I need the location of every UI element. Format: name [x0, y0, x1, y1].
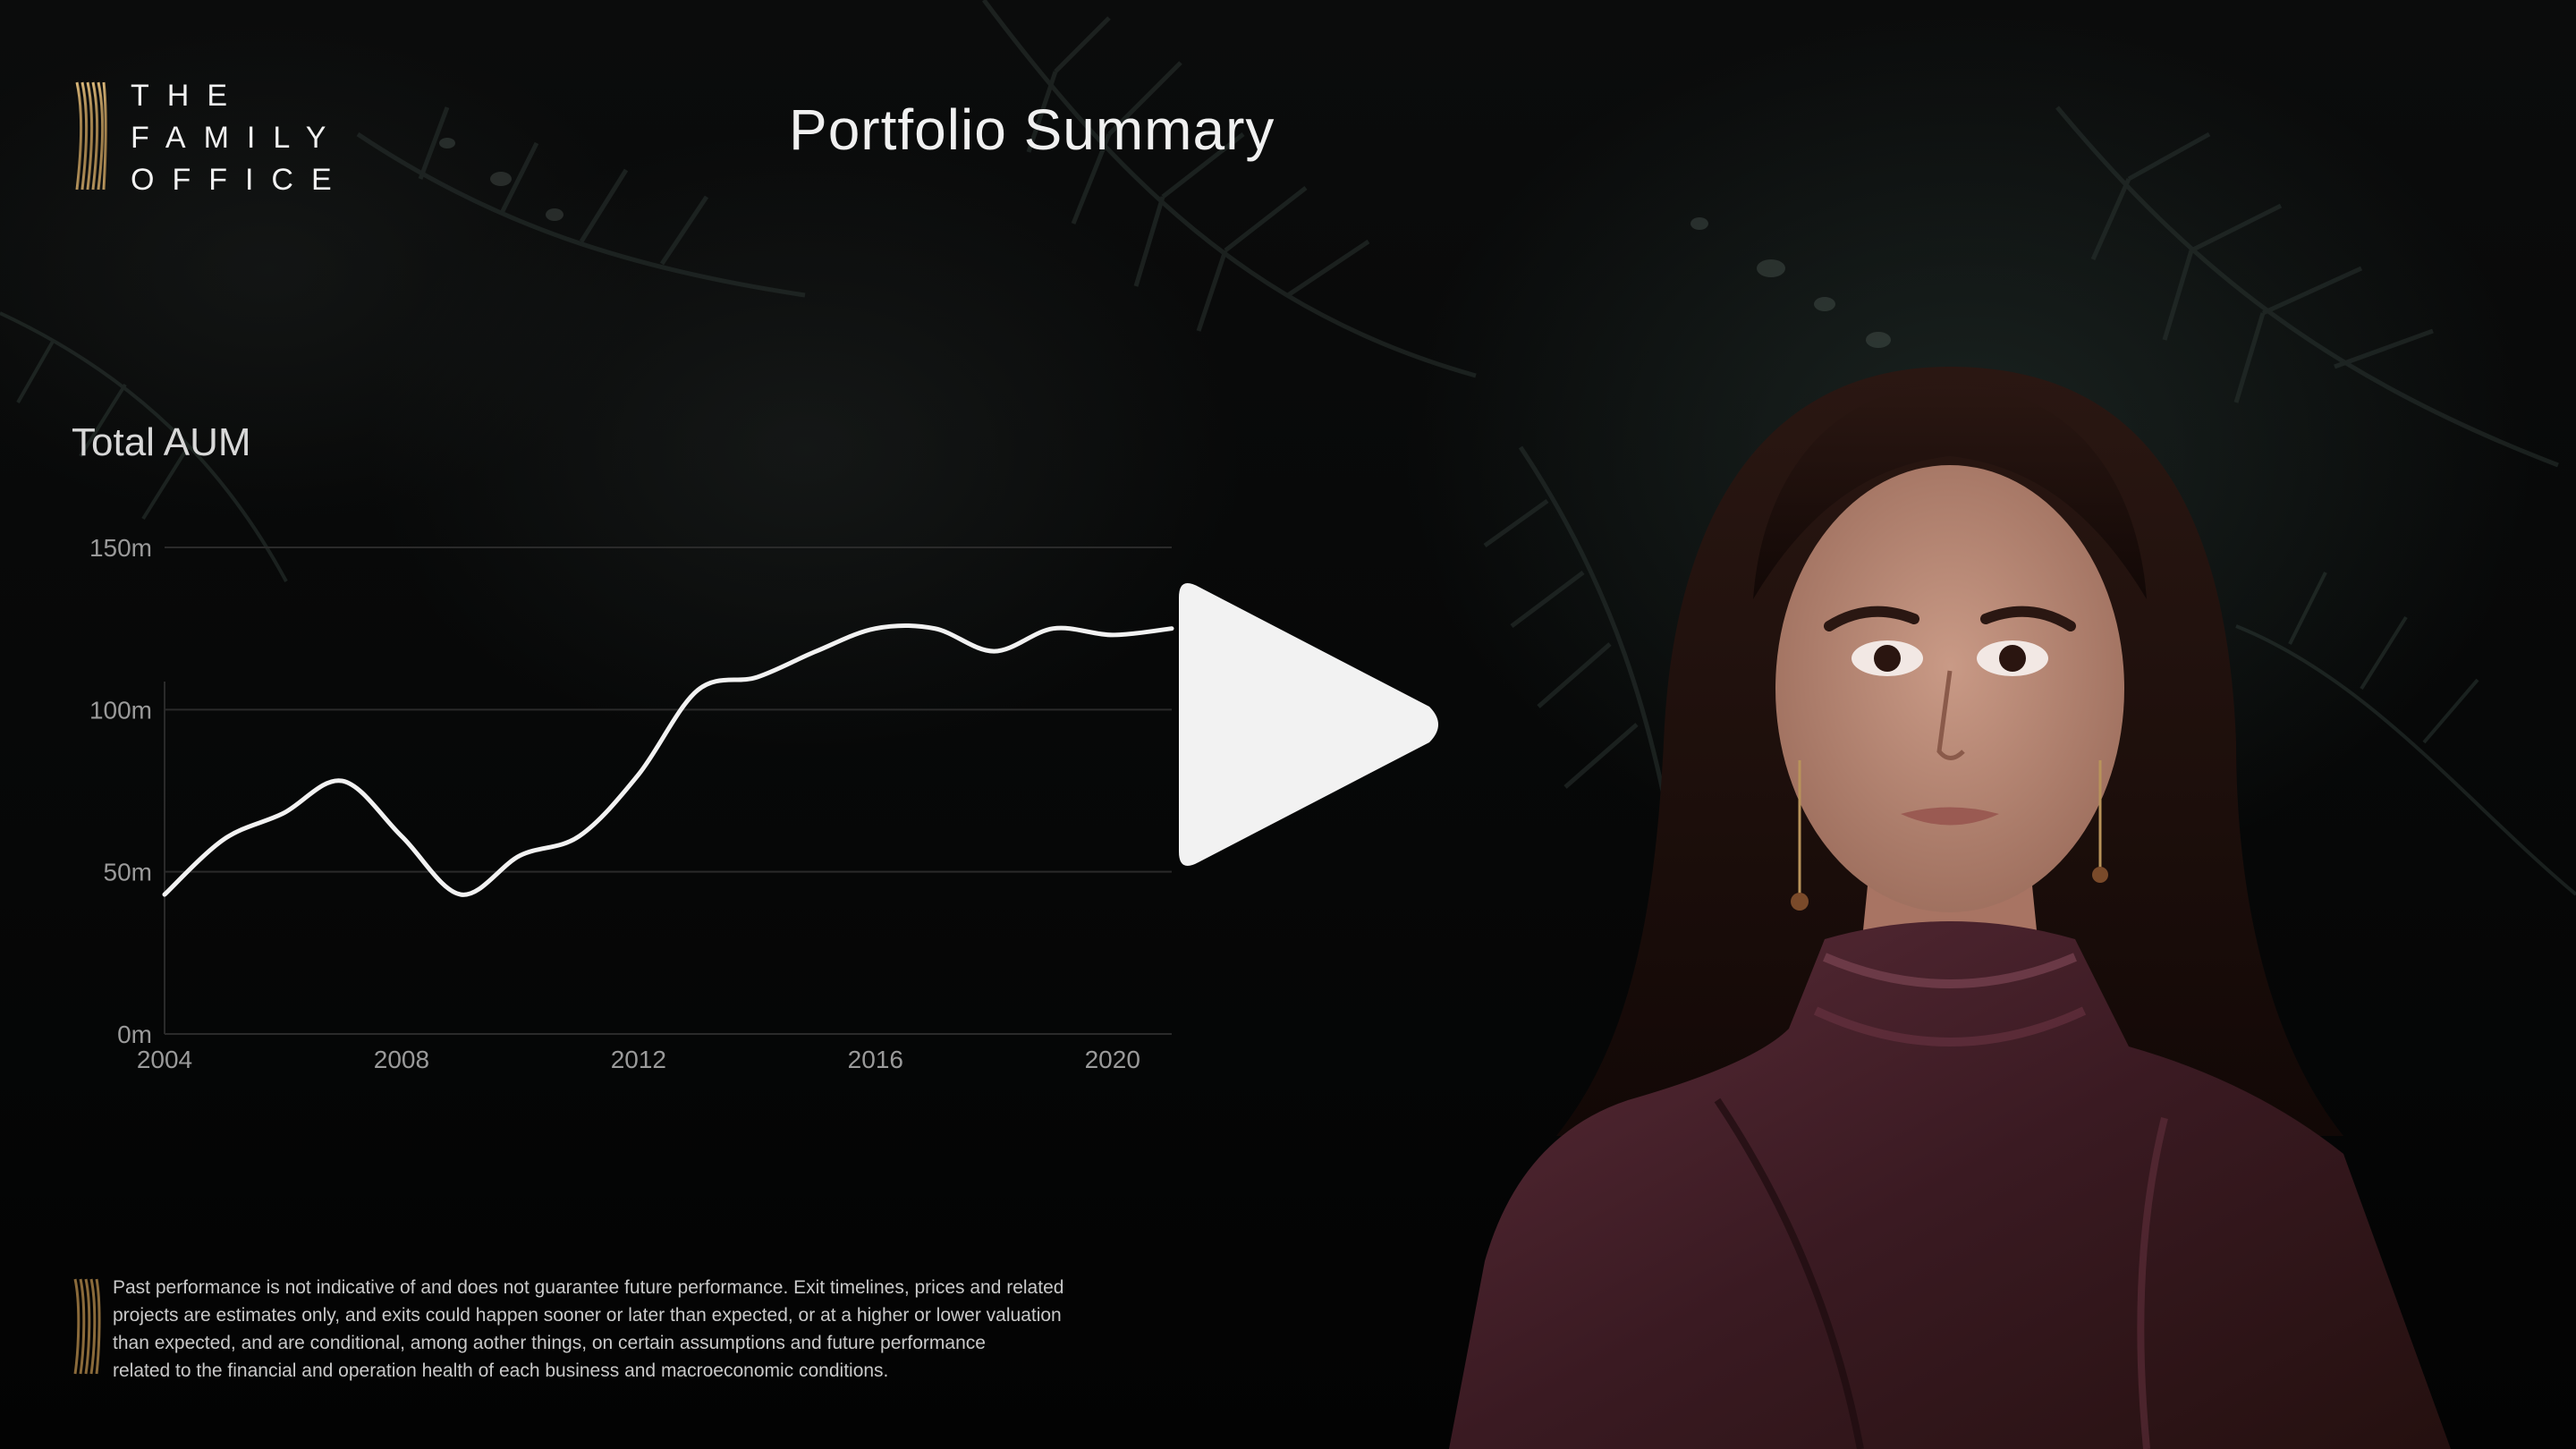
- y-tick-label: 150m: [89, 534, 152, 562]
- x-tick-label: 2012: [611, 1046, 666, 1073]
- y-tick-label: 100m: [89, 696, 152, 724]
- slide-title: Portfolio Summary: [789, 97, 1275, 162]
- disclaimer-line-1: Past performance is not indicative of an…: [113, 1277, 1064, 1298]
- disclaimer-line-3: than expected, and are conditional, amon…: [113, 1333, 986, 1353]
- x-tick-label: 2016: [848, 1046, 903, 1073]
- play-icon[interactable]: [1163, 572, 1449, 877]
- presenter-video: [1449, 367, 2451, 1449]
- y-tick-label: 50m: [104, 859, 152, 886]
- brand-logo: THE FAMILY OFFICE: [72, 75, 340, 200]
- legal-disclaimer: Past performance is not indicative of an…: [72, 1274, 1306, 1390]
- disclaimer-line-2: projects are estimates only, and exits c…: [113, 1305, 1062, 1326]
- y-tick-label: 0m: [117, 1021, 152, 1048]
- aum-series-line: [162, 623, 1174, 897]
- aum-line-chart: 0m 50m 100m 150m 2004 2008 2012 2016 2020: [89, 534, 1174, 1073]
- striped-leaf-logo-icon: [73, 1278, 101, 1375]
- brand-line-1: THE: [131, 79, 245, 113]
- chart-title: Total AUM: [72, 420, 251, 464]
- striped-leaf-logo-icon: [75, 81, 107, 191]
- disclaimer-text: Past performance is not indicative of an…: [113, 1274, 1311, 1385]
- x-tick-label: 2004: [137, 1046, 192, 1073]
- x-tick-label: 2008: [374, 1046, 429, 1073]
- disclaimer-line-4: related to the financial and operation h…: [113, 1360, 889, 1381]
- presenter-face: [1775, 465, 2124, 912]
- brand-name: THE FAMILY OFFICE: [131, 75, 350, 201]
- presenter-blouse: [1449, 921, 2451, 1449]
- x-tick-label: 2020: [1085, 1046, 1140, 1073]
- brand-line-3: OFFICE: [131, 163, 350, 197]
- video-frame[interactable]: THE FAMILY OFFICE Portfolio Summary Tota…: [0, 0, 2576, 1449]
- brand-line-2: FAMILY: [131, 121, 344, 155]
